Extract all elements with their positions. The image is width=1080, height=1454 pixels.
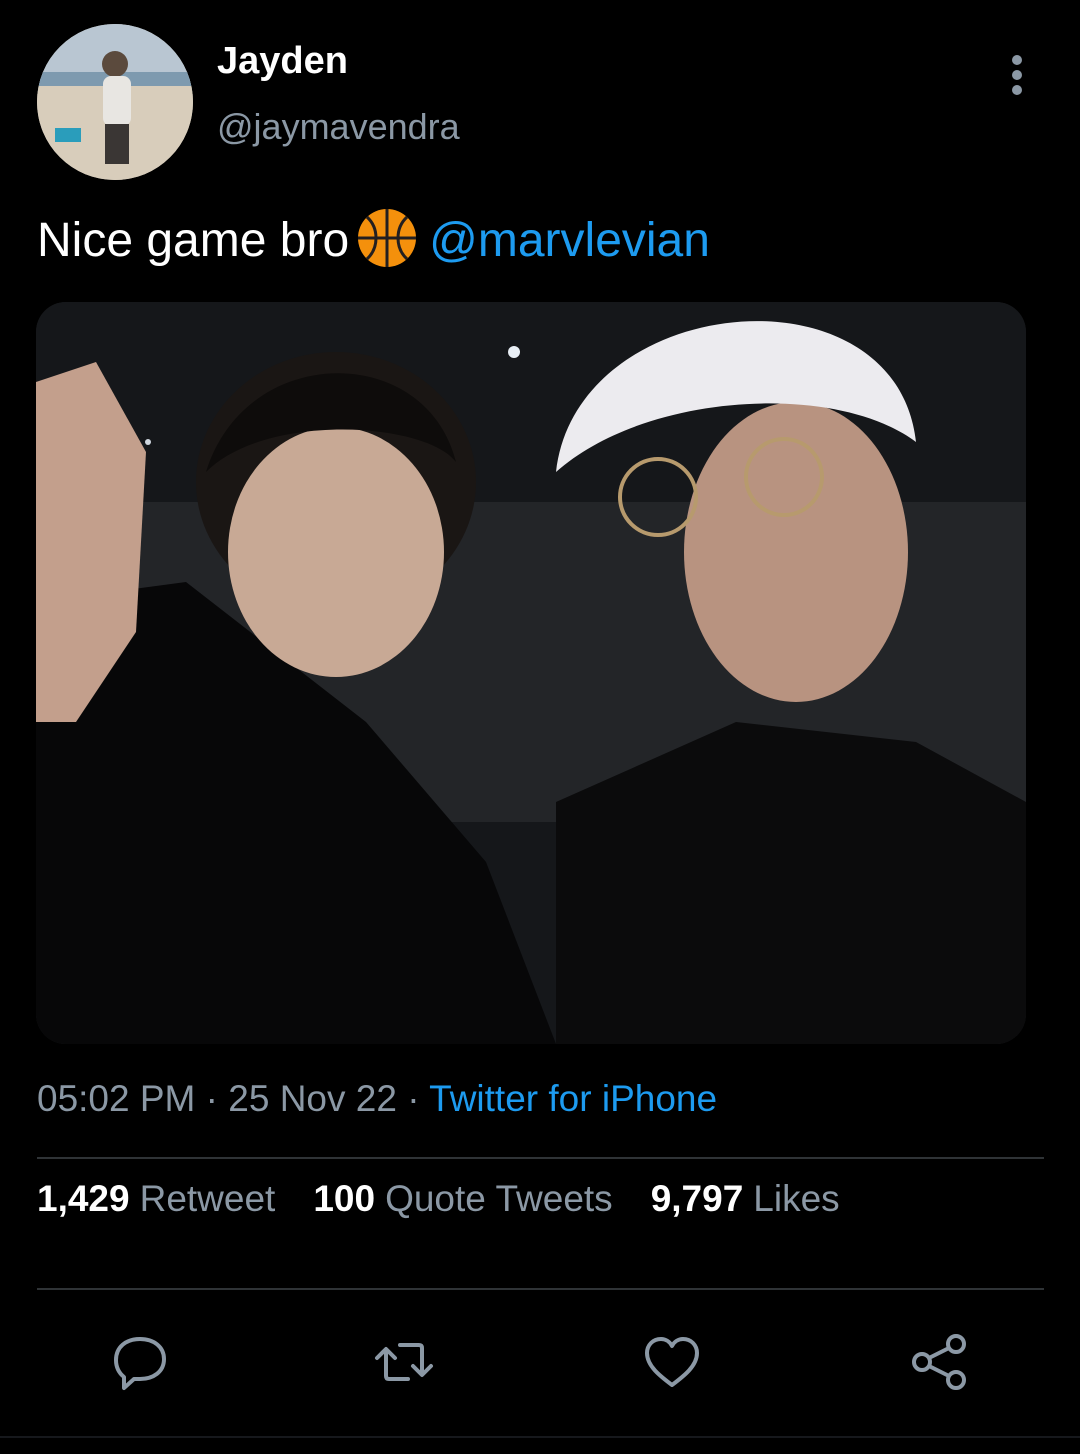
tweet-time: 05:02 PM bbox=[37, 1078, 196, 1119]
retweets-label: Retweet bbox=[139, 1178, 276, 1219]
likes-count: 9,797 bbox=[650, 1178, 744, 1219]
meta-separator: · bbox=[396, 1078, 430, 1119]
likes-label: Likes bbox=[753, 1178, 840, 1219]
quote-tweets-label: Quote Tweets bbox=[385, 1178, 613, 1219]
more-options-button[interactable] bbox=[996, 52, 1038, 98]
reply-button[interactable] bbox=[108, 1330, 172, 1394]
divider bbox=[37, 1157, 1044, 1159]
tweet-text: Nice game bro @marvlevian bbox=[37, 206, 710, 272]
basketball-icon bbox=[355, 206, 419, 270]
photo-image bbox=[36, 302, 1026, 1044]
tweet-text-body: Nice game bro bbox=[37, 214, 350, 267]
retweets-count: 1,429 bbox=[37, 1178, 130, 1219]
tweet-source-link[interactable]: Twitter for iPhone bbox=[429, 1078, 717, 1119]
author-avatar[interactable] bbox=[37, 24, 193, 180]
retweet-button[interactable] bbox=[372, 1330, 436, 1394]
more-vertical-icon bbox=[1012, 55, 1022, 95]
like-icon bbox=[645, 1337, 699, 1387]
share-icon bbox=[912, 1334, 966, 1390]
share-button[interactable] bbox=[908, 1330, 972, 1394]
tweet-meta: 05:02 PM · 25 Nov 22 · Twitter for iPhon… bbox=[37, 1078, 717, 1120]
bottom-divider bbox=[0, 1436, 1080, 1438]
divider bbox=[37, 1288, 1044, 1290]
likes-stat[interactable]: 9,797 Likes bbox=[651, 1178, 840, 1220]
retweets-stat[interactable]: 1,429 Retweet bbox=[37, 1178, 275, 1220]
mention-link[interactable]: @marvlevian bbox=[429, 214, 710, 267]
tweet-stats: 1,429 Retweet 100 Quote Tweets 9,797 Likes bbox=[37, 1178, 878, 1220]
quote-tweets-stat[interactable]: 100 Quote Tweets bbox=[313, 1178, 612, 1220]
avatar-image bbox=[37, 24, 193, 180]
quote-tweets-count: 100 bbox=[313, 1178, 376, 1219]
reply-icon bbox=[114, 1337, 166, 1390]
tweet-date: 25 Nov 22 bbox=[228, 1078, 397, 1119]
like-button[interactable] bbox=[640, 1330, 704, 1394]
retweet-icon bbox=[375, 1343, 433, 1381]
author-handle[interactable]: @jaymavendra bbox=[217, 106, 460, 148]
meta-separator: · bbox=[195, 1078, 229, 1119]
tweet-photo[interactable] bbox=[36, 302, 1026, 1044]
author-display-name[interactable]: Jayden bbox=[217, 40, 348, 83]
